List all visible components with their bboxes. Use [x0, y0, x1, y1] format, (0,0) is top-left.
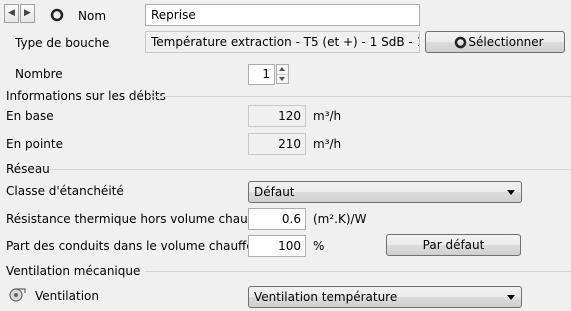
base-label: En base	[6, 109, 54, 123]
ventilation-select[interactable]: Ventilation température	[248, 286, 522, 308]
resistance-unit: (m².K)/W	[313, 212, 367, 226]
name-label: Nom	[78, 9, 107, 23]
select-bouche-button[interactable]: Sélectionner	[425, 31, 565, 53]
section-divider	[145, 271, 571, 272]
ring-icon	[50, 8, 64, 22]
section-divider	[150, 96, 571, 97]
etancheite-label: Classe d'étanchéité	[6, 184, 124, 198]
arrow-left-icon: ◀	[8, 8, 15, 18]
section-divider	[50, 169, 571, 170]
ventilation-selected-value: Ventilation température	[254, 290, 398, 304]
pointe-label: En pointe	[6, 137, 63, 151]
default-button[interactable]: Par défaut	[386, 234, 521, 256]
ring-icon	[454, 36, 467, 49]
previous-button[interactable]: ◀	[4, 4, 19, 23]
part-label: Part des conduits dans le volume chauffé	[6, 239, 254, 253]
ventilation-section-title: Ventilation mécanique	[6, 264, 141, 278]
base-value: 120	[248, 105, 306, 127]
ventilation-label: Ventilation	[35, 289, 99, 303]
pointe-value: 210	[248, 133, 306, 155]
arrow-right-icon: ▶	[24, 8, 31, 18]
nombre-spinner[interactable]	[276, 64, 289, 84]
etancheite-selected-value: Défaut	[254, 185, 295, 199]
next-button[interactable]: ▶	[20, 4, 35, 23]
spin-down-icon[interactable]	[277, 74, 288, 84]
chevron-down-icon	[507, 295, 515, 300]
debits-section-title: Informations sur les débits	[6, 89, 166, 103]
bouche-label: Type de bouche	[15, 36, 110, 50]
base-unit: m³/h	[313, 109, 342, 123]
bouche-value: Température extraction - T5 (et +) - 1 S…	[145, 31, 420, 53]
etancheite-select[interactable]: Défaut	[248, 181, 522, 203]
fan-icon	[9, 288, 26, 302]
resistance-label: Résistance thermique hors volume chauffé	[6, 212, 264, 226]
chevron-down-icon	[507, 190, 515, 195]
nombre-input[interactable]: 1	[248, 64, 275, 85]
spin-up-icon[interactable]	[277, 65, 288, 74]
pointe-unit: m³/h	[313, 137, 342, 151]
part-unit: %	[313, 239, 325, 253]
nombre-label: Nombre	[15, 67, 63, 81]
resistance-input[interactable]: 0.6	[248, 208, 306, 230]
part-input[interactable]: 100	[248, 235, 306, 257]
name-input[interactable]: Reprise	[145, 4, 420, 26]
reseau-section-title: Réseau	[6, 162, 50, 176]
